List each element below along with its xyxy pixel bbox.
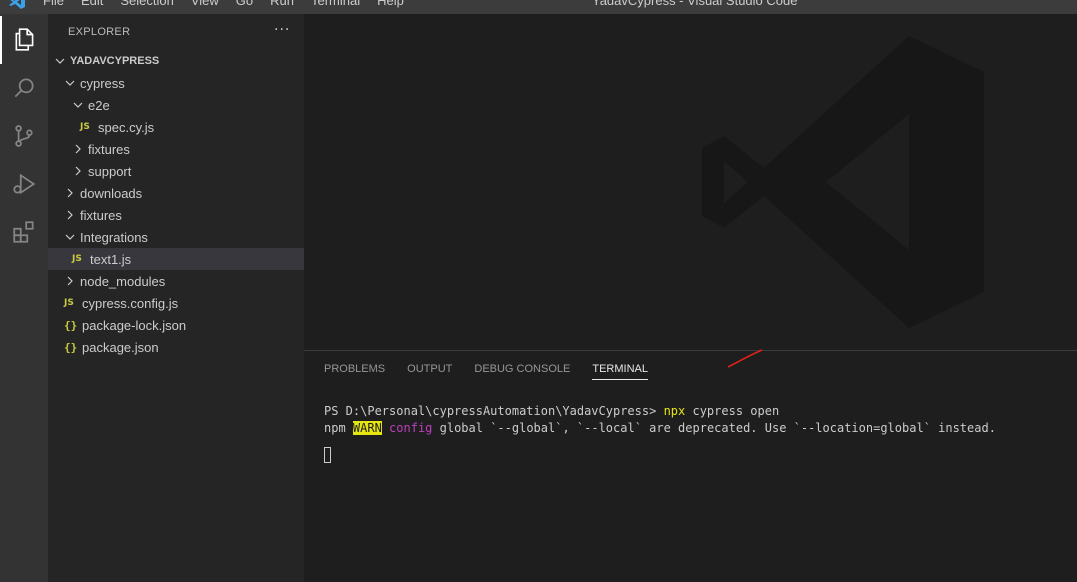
vscode-logo-icon [9, 0, 25, 9]
tree-label: node_modules [80, 273, 166, 289]
extensions-icon [13, 221, 34, 243]
tree-label: downloads [80, 185, 143, 201]
source-control-icon [15, 125, 33, 147]
json-file-icon: {} [64, 318, 78, 332]
menu-terminal[interactable]: Terminal [311, 0, 360, 8]
chevron-down-icon [62, 229, 78, 245]
chevron-down-icon [70, 97, 86, 113]
tab-debug-console[interactable]: DEBUG CONSOLE [474, 363, 570, 380]
terminal-npm-prefix: npm [324, 421, 353, 435]
javascript-file-icon: JS [72, 254, 82, 264]
javascript-file-icon: JS [80, 122, 90, 132]
tree-label: YADAVCYPRESS [70, 55, 160, 67]
activity-extensions[interactable] [0, 208, 48, 256]
tree-folder-support[interactable]: support [48, 160, 304, 182]
chevron-right-icon [62, 207, 78, 223]
panel-tabs: PROBLEMS OUTPUT DEBUG CONSOLE TERMINAL [324, 363, 670, 380]
menu-edit[interactable]: Edit [81, 0, 103, 8]
search-icon [14, 78, 34, 98]
tree-file-cypress-config-js[interactable]: JS cypress.config.js [48, 292, 304, 314]
chevron-right-icon [70, 163, 86, 179]
tree-label: support [88, 163, 132, 179]
tree-label: cypress.config.js [82, 295, 179, 311]
run-debug-icon [13, 173, 36, 195]
terminal-warn-message: global `--global`, `--local` are depreca… [432, 421, 996, 435]
window-title: YadavCypress - Visual Studio Code [592, 0, 798, 8]
activity-bar [0, 14, 48, 582]
editor-area[interactable] [304, 14, 1077, 350]
menu-file[interactable]: File [43, 0, 64, 8]
terminal-warn-badge: WARN [352, 421, 382, 435]
terminal-command-args: cypress open [685, 404, 780, 418]
tree-label: spec.cy.js [98, 119, 155, 135]
tree-root-yadavcypress[interactable]: YADAVCYPRESS [48, 50, 304, 72]
tree-folder-node-modules[interactable]: node_modules [48, 270, 304, 292]
tree-folder-cypress[interactable]: cypress [48, 72, 304, 94]
explorer-icon [15, 28, 34, 51]
terminal-prompt: PS D:\Personal\cypressAutomation\YadavCy… [324, 404, 664, 418]
tree-label: Integrations [80, 229, 148, 245]
more-actions-icon[interactable]: ··· [274, 22, 290, 38]
activity-explorer[interactable] [0, 16, 48, 64]
json-file-icon: {} [64, 340, 78, 354]
red-annotation-stroke [727, 349, 763, 368]
chevron-right-icon [70, 141, 86, 157]
tree-label: fixtures [80, 207, 122, 223]
tree-label: package.json [82, 339, 159, 355]
title-bar: File Edit Selection View Go Run Terminal… [0, 0, 1077, 14]
explorer-header: EXPLORER [68, 26, 131, 38]
tab-output[interactable]: OUTPUT [407, 363, 452, 380]
terminal-cursor [324, 447, 331, 463]
tab-problems[interactable]: PROBLEMS [324, 363, 385, 380]
menu-selection[interactable]: Selection [120, 0, 173, 8]
chevron-down-icon [62, 75, 78, 91]
tree-label: package-lock.json [82, 317, 187, 333]
terminal-line [324, 437, 996, 468]
menu-help[interactable]: Help [377, 0, 404, 8]
menu-run[interactable]: Run [270, 0, 294, 8]
chevron-down-icon [52, 53, 68, 69]
menu-go[interactable]: Go [236, 0, 253, 8]
terminal-output[interactable]: PS D:\Personal\cypressAutomation\YadavCy… [324, 403, 996, 468]
chevron-right-icon [62, 273, 78, 289]
vscode-watermark-icon [702, 36, 984, 328]
tree-file-package-json[interactable]: {} package.json [48, 336, 304, 358]
tree-folder-fixtures-root[interactable]: fixtures [48, 204, 304, 226]
tree-file-spec-cy-js[interactable]: JS spec.cy.js [48, 116, 304, 138]
menu-bar: File Edit Selection View Go Run Terminal… [43, 0, 421, 8]
chevron-right-icon [62, 185, 78, 201]
menu-view[interactable]: View [191, 0, 219, 8]
terminal-line: npm WARN config global `--global`, `--lo… [324, 420, 996, 437]
tree-label: fixtures [88, 141, 130, 157]
tree-folder-fixtures[interactable]: fixtures [48, 138, 304, 160]
activity-run-debug[interactable] [0, 160, 48, 208]
activity-source-control[interactable] [0, 112, 48, 160]
tree-file-text1-js[interactable]: JS text1.js [48, 248, 304, 270]
tree-file-package-lock-json[interactable]: {} package-lock.json [48, 314, 304, 336]
bottom-panel: PROBLEMS OUTPUT DEBUG CONSOLE TERMINAL P… [304, 349, 1077, 582]
activity-search[interactable] [0, 64, 48, 112]
terminal-config-word: config [389, 421, 433, 435]
explorer-sidebar: EXPLORER ··· YADAVCYPRESS cypress e2e JS [48, 14, 304, 582]
file-tree: YADAVCYPRESS cypress e2e JS spec.cy.js f… [48, 50, 304, 358]
tab-terminal[interactable]: TERMINAL [592, 363, 648, 380]
javascript-file-icon: JS [64, 298, 74, 308]
terminal-command: npx [663, 404, 686, 418]
tree-label: text1.js [90, 251, 132, 267]
tree-folder-integrations[interactable]: Integrations [48, 226, 304, 248]
tree-folder-e2e[interactable]: e2e [48, 94, 304, 116]
tree-label: e2e [88, 97, 110, 113]
tree-label: cypress [80, 75, 125, 91]
tree-folder-downloads[interactable]: downloads [48, 182, 304, 204]
terminal-line: PS D:\Personal\cypressAutomation\YadavCy… [324, 403, 996, 420]
